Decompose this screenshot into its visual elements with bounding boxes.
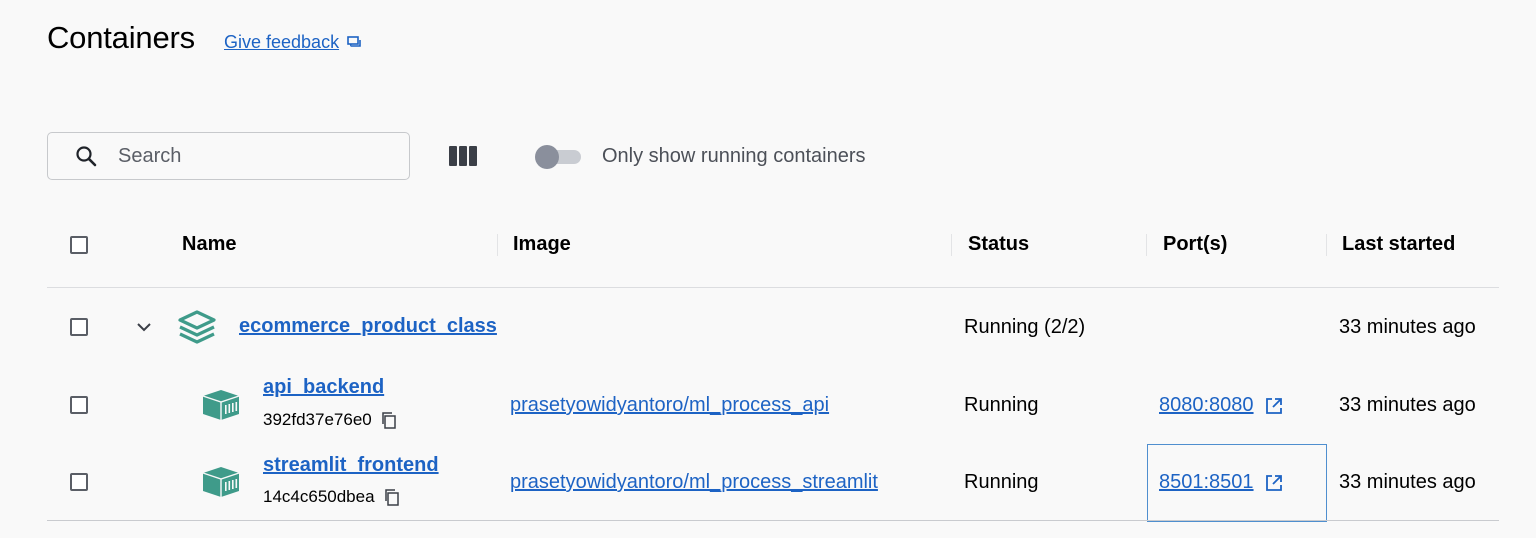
search-icon (76, 146, 97, 167)
group-name-link[interactable]: ecommerce_product_class (239, 315, 497, 337)
container-status: Running (964, 394, 1039, 416)
container-id: 392fd37e76e0 (263, 410, 398, 430)
give-feedback-link[interactable]: Give feedback (224, 32, 363, 53)
column-header-image[interactable]: Image (513, 233, 571, 256)
search-input[interactable] (118, 144, 378, 168)
running-only-toggle[interactable] (535, 145, 581, 169)
container-name-link[interactable]: streamlit_frontend (263, 454, 439, 477)
header-divider (47, 287, 1499, 288)
column-header-name[interactable]: Name (182, 233, 236, 256)
port-link[interactable]: 8080:8080 (1159, 394, 1284, 417)
copy-icon[interactable] (383, 488, 401, 506)
column-divider[interactable] (1146, 234, 1147, 256)
column-header-last-started[interactable]: Last started (1342, 233, 1455, 256)
toggle-knob (535, 145, 559, 169)
copy-icon[interactable] (380, 411, 398, 429)
column-divider[interactable] (1326, 234, 1327, 256)
group-status: Running (2/2) (964, 316, 1086, 338)
container-last-started: 33 minutes ago (1339, 471, 1476, 493)
chevron-down-icon[interactable] (135, 318, 153, 336)
columns-icon[interactable] (447, 144, 479, 168)
column-header-ports[interactable]: Port(s) (1163, 233, 1227, 256)
toggle-label: Only show running containers (602, 145, 866, 167)
column-header-status[interactable]: Status (968, 233, 1029, 256)
group-last-started: 33 minutes ago (1339, 316, 1476, 338)
row-checkbox[interactable] (70, 396, 88, 414)
container-icon (202, 467, 240, 497)
image-link[interactable]: prasetyowidyantoro/ml_process_api (510, 394, 829, 417)
row-checkbox[interactable] (70, 473, 88, 491)
stack-icon (178, 310, 216, 344)
external-link-icon[interactable] (1264, 396, 1284, 416)
page-title: Containers (47, 20, 195, 55)
port-text[interactable]: 8080:8080 (1159, 394, 1254, 417)
image-link[interactable]: prasetyowidyantoro/ml_process_streamlit (510, 471, 878, 494)
external-link-icon[interactable] (1264, 473, 1284, 493)
container-icon (202, 390, 240, 420)
container-id-text: 392fd37e76e0 (263, 410, 372, 429)
container-id-text: 14c4c650dbea (263, 487, 375, 506)
port-text[interactable]: 8501:8501 (1159, 471, 1254, 494)
column-divider[interactable] (497, 234, 498, 256)
give-feedback-label: Give feedback (224, 32, 340, 52)
group-checkbox[interactable] (70, 318, 88, 336)
search-box[interactable] (47, 132, 410, 180)
container-name-link[interactable]: api_backend (263, 376, 384, 399)
container-last-started: 33 minutes ago (1339, 394, 1476, 416)
port-link[interactable]: 8501:8501 (1159, 471, 1284, 494)
container-status: Running (964, 471, 1039, 493)
group-name-cell: ecommerce_product_class (239, 315, 498, 338)
column-divider[interactable] (951, 234, 952, 256)
feedback-icon (347, 35, 361, 47)
select-all-checkbox[interactable] (70, 236, 88, 254)
container-id: 14c4c650dbea (263, 487, 401, 507)
table-bottom-border (47, 520, 1499, 521)
